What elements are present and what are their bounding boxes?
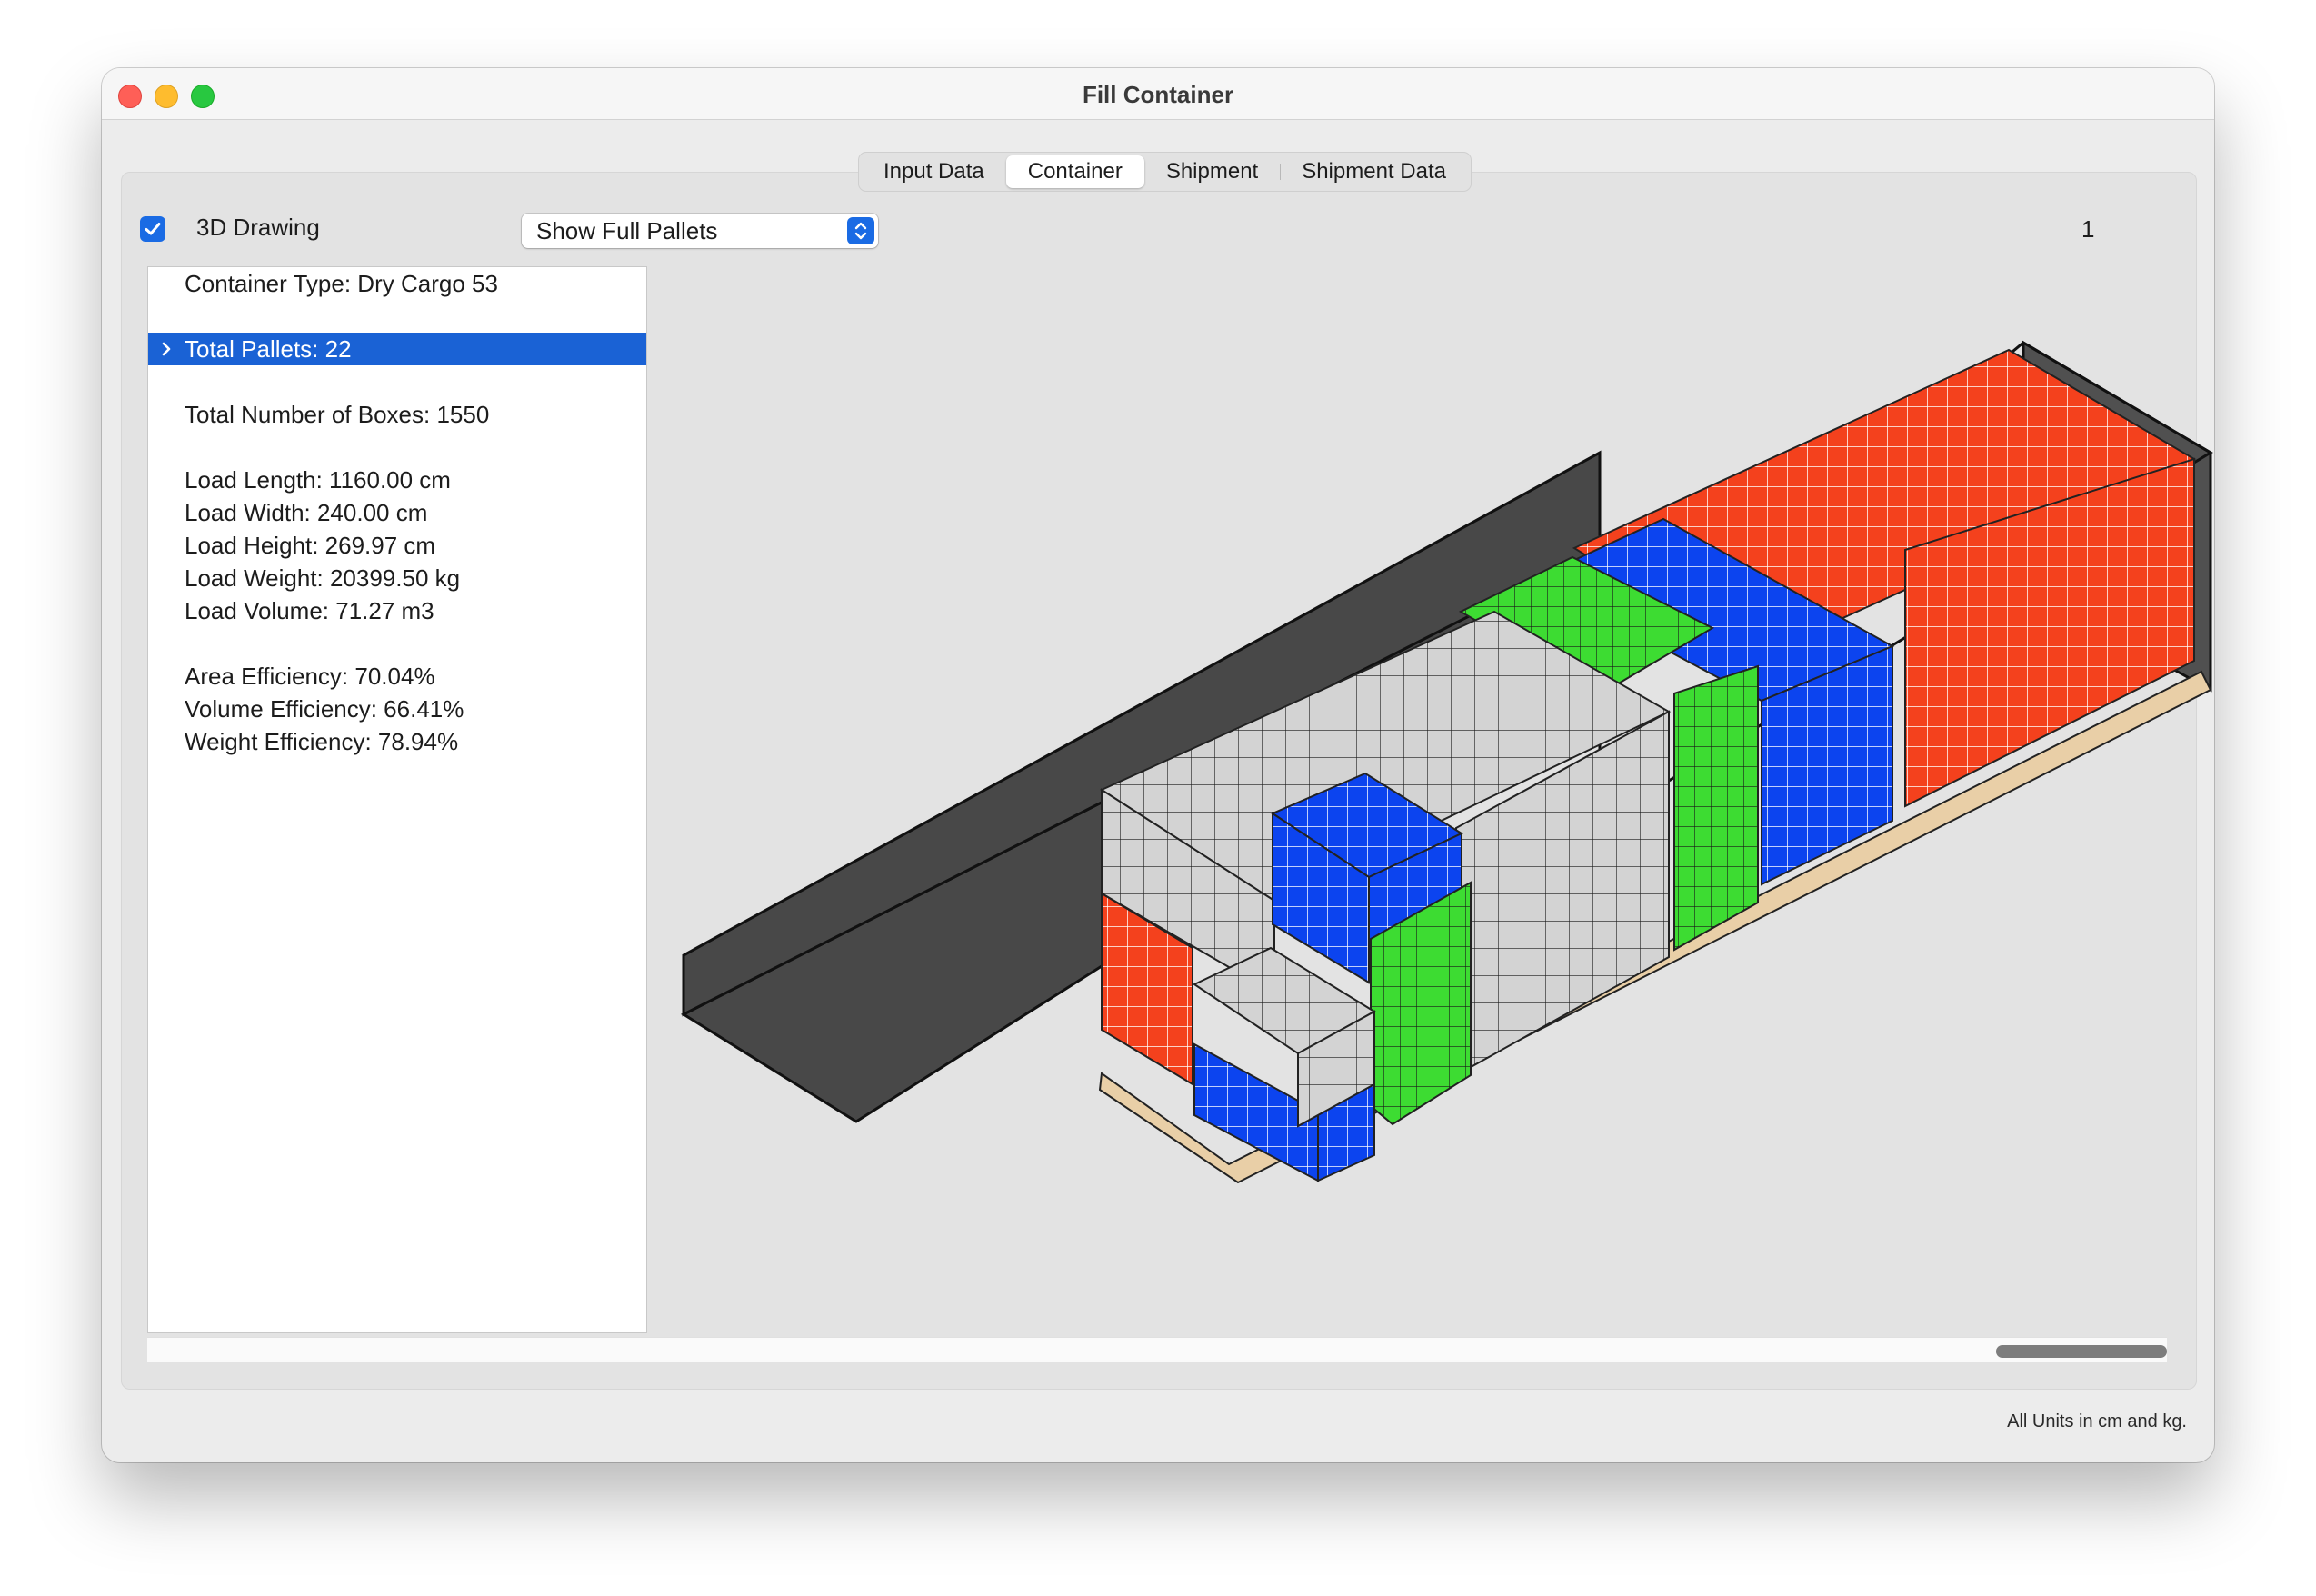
load-volume-row[interactable]: Load Volume: 71.27 m3 (148, 594, 646, 627)
area-efficiency-row[interactable]: Area Efficiency: 70.04% (148, 660, 646, 693)
container-3d-drawing[interactable] (647, 266, 2214, 1332)
checkmark-icon (145, 223, 161, 235)
tab-container[interactable]: Container (1005, 155, 1144, 188)
green-pallet-block-front (1673, 664, 1759, 952)
total-pallets-row[interactable]: Total Pallets: 22 (148, 333, 646, 365)
title-bar: Fill Container (102, 68, 2214, 120)
page-number: 1 (2081, 215, 2095, 243)
load-width-row[interactable]: Load Width: 240.00 cm (148, 496, 646, 529)
up-down-chevron-icon (847, 217, 874, 244)
window-title: Fill Container (1082, 81, 1234, 108)
app-window: Fill Container Input Data Container Ship… (102, 68, 2214, 1462)
load-weight-row[interactable]: Load Weight: 20399.50 kg (148, 562, 646, 594)
scrollbar-thumb[interactable] (1996, 1345, 2167, 1358)
units-note: All Units in cm and kg. (2007, 1411, 2187, 1431)
total-boxes-row[interactable]: Total Number of Boxes: 1550 (148, 398, 646, 431)
tab-input-data[interactable]: Input Data (862, 155, 1006, 188)
chevron-right-icon[interactable] (159, 342, 174, 356)
container-type-row[interactable]: Container Type: Dry Cargo 53 (148, 267, 646, 300)
tab-shipment[interactable]: Shipment (1144, 155, 1280, 188)
3d-drawing-label[interactable]: 3D Drawing (196, 214, 320, 242)
tab-bar: Input Data Container Shipment Shipment D… (858, 152, 1472, 192)
tab-shipment-data[interactable]: Shipment Data (1280, 155, 1468, 188)
load-length-row[interactable]: Load Length: 1160.00 cm (148, 464, 646, 496)
total-pallets-label: Total Pallets: 22 (185, 335, 352, 363)
display-mode-popup[interactable]: Show Full Pallets (522, 214, 878, 248)
horizontal-scrollbar[interactable] (147, 1337, 2167, 1362)
load-summary-list[interactable]: Container Type: Dry Cargo 53 Total Palle… (147, 266, 647, 1333)
3d-drawing-checkbox[interactable] (140, 216, 165, 242)
load-height-row[interactable]: Load Height: 269.97 cm (148, 529, 646, 562)
display-mode-value: Show Full Pallets (536, 217, 718, 244)
weight-efficiency-row[interactable]: Weight Efficiency: 78.94% (148, 725, 646, 758)
volume-efficiency-row[interactable]: Volume Efficiency: 66.41% (148, 693, 646, 725)
